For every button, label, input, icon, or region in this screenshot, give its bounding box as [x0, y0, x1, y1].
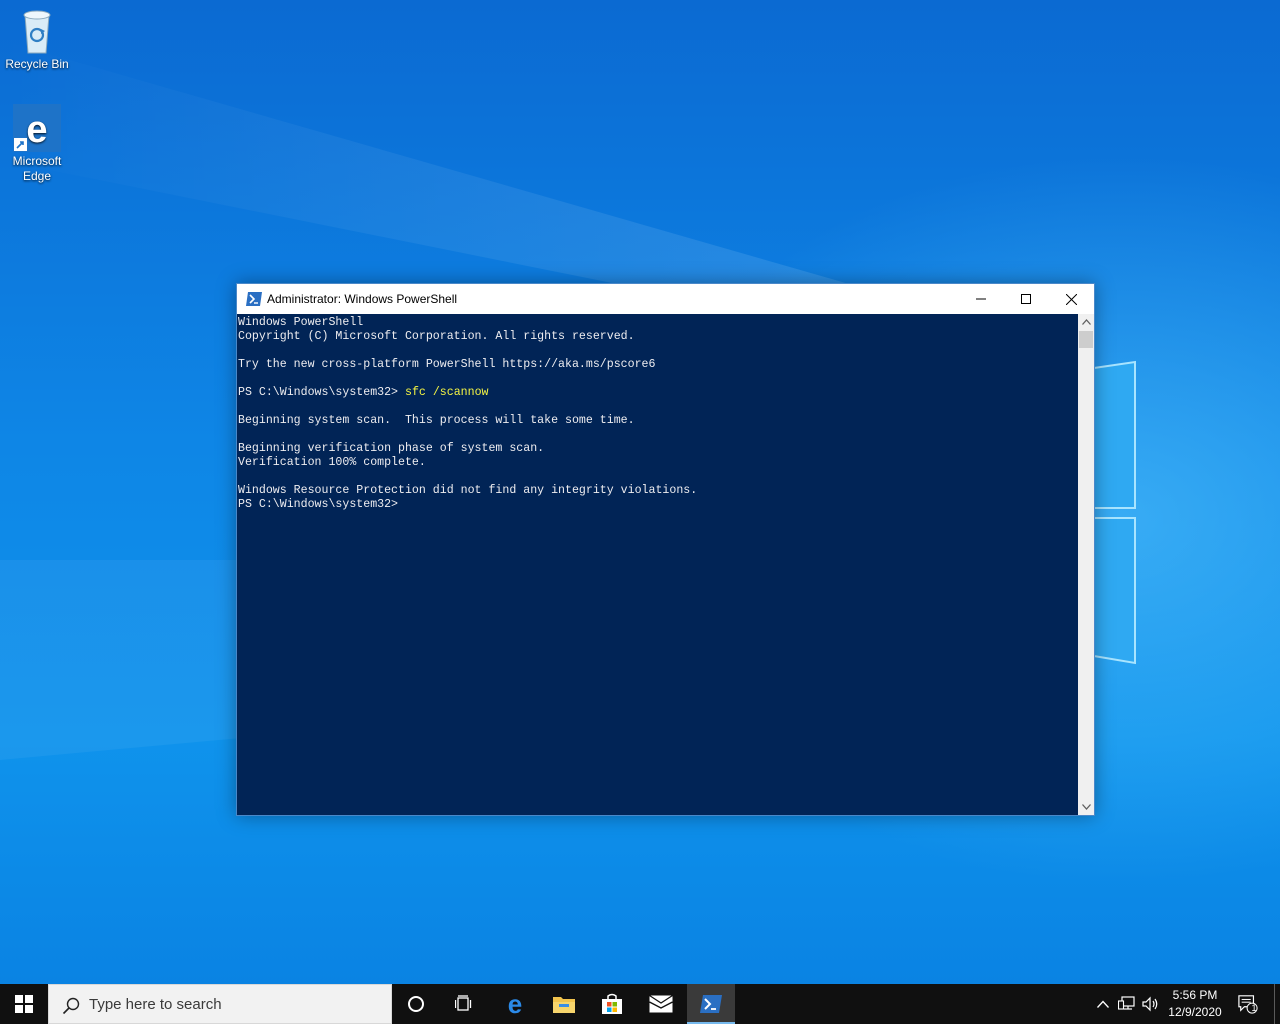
network-button[interactable] [1117, 994, 1137, 1014]
store-icon [602, 993, 622, 1014]
scroll-up-button[interactable] [1078, 314, 1094, 330]
chevron-down-icon [1081, 804, 1091, 810]
desktop-icon-microsoft-edge[interactable]: e Microsoft Edge [0, 104, 75, 184]
clock-time: 5:56 PM [1172, 988, 1218, 1002]
recycle-bin-icon [13, 7, 61, 55]
maximize-button[interactable] [1003, 284, 1049, 314]
taskbar: Type here to search e 5:56 PM 12/9/2020 … [0, 984, 1280, 1024]
powershell-window[interactable]: Administrator: Windows PowerShell Window… [236, 283, 1095, 816]
console-line: Try the new cross-platform PowerShell ht… [238, 358, 656, 371]
mail-button[interactable] [637, 984, 685, 1024]
desktop-icon-label: Recycle Bin [5, 57, 69, 71]
show-hidden-icons-button[interactable] [1093, 994, 1113, 1014]
console-scrollbar[interactable] [1078, 314, 1094, 815]
cortana-icon [408, 996, 424, 1012]
mail-icon [649, 995, 673, 1013]
console-prompt: PS C:\Windows\system32> [238, 386, 399, 399]
show-desktop-button[interactable] [1274, 984, 1280, 1024]
taskbar-edge-button[interactable]: e [491, 984, 539, 1024]
console-line: Verification 100% complete. [238, 456, 426, 469]
console-output[interactable]: Windows PowerShell Copyright (C) Microsof… [237, 314, 1078, 815]
notification-count-badge: 1 [1251, 1003, 1257, 1013]
file-explorer-button[interactable] [540, 984, 588, 1024]
console-line: Copyright (C) Microsoft Corporation. All… [238, 330, 635, 343]
close-button[interactable] [1048, 284, 1094, 314]
volume-icon [1142, 996, 1158, 1012]
taskbar-powershell-button[interactable] [687, 984, 735, 1024]
clock-date: 12/9/2020 [1168, 1005, 1222, 1019]
svg-text:e: e [26, 109, 47, 151]
network-icon [1118, 996, 1135, 1010]
edge-icon: e [508, 992, 522, 1016]
taskbar-clock[interactable]: 5:56 PM 12/9/2020 [1160, 987, 1230, 1021]
minimize-button[interactable] [958, 284, 1004, 314]
chevron-up-icon [1097, 1000, 1109, 1008]
scroll-down-button[interactable] [1078, 799, 1094, 815]
chevron-up-icon [1081, 319, 1091, 325]
taskbar-search-box[interactable]: Type here to search [48, 984, 392, 1024]
file-explorer-icon [553, 997, 575, 1013]
task-view-icon [455, 995, 472, 1011]
desktop-icon-recycle-bin[interactable]: Recycle Bin [0, 7, 75, 72]
close-icon [1065, 293, 1077, 305]
window-titlebar[interactable]: Administrator: Windows PowerShell [237, 284, 1094, 314]
console-line: Windows PowerShell [238, 316, 364, 329]
powershell-icon [700, 995, 722, 1013]
action-center-button[interactable]: 1 [1238, 994, 1258, 1014]
powershell-icon [246, 292, 262, 306]
window-title: Administrator: Windows PowerShell [267, 292, 458, 306]
console-final-prompt: PS C:\Windows\system32> [238, 498, 399, 511]
console-line: Beginning system scan. This process will… [238, 414, 635, 427]
scrollbar-thumb[interactable] [1079, 331, 1093, 348]
console-command-line: PS C:\Windows\system32> sfc /scannow [238, 386, 1078, 400]
store-button[interactable] [588, 984, 636, 1024]
search-icon [62, 997, 80, 1015]
volume-button[interactable] [1141, 994, 1161, 1014]
maximize-icon [1021, 294, 1031, 304]
console-line: Beginning verification phase of system s… [238, 442, 545, 455]
desktop-icon-label: Microsoft Edge [12, 154, 62, 183]
minimize-icon [976, 298, 986, 300]
search-placeholder: Type here to search [89, 996, 222, 1013]
start-button[interactable] [0, 984, 48, 1024]
console-command: sfc /scannow [405, 386, 489, 399]
svg-text:e: e [508, 992, 522, 1016]
edge-icon: e [13, 104, 61, 152]
cortana-button[interactable] [392, 984, 440, 1024]
task-view-button[interactable] [440, 984, 488, 1024]
start-icon [15, 995, 33, 1013]
console-line: Windows Resource Protection did not find… [238, 484, 698, 497]
